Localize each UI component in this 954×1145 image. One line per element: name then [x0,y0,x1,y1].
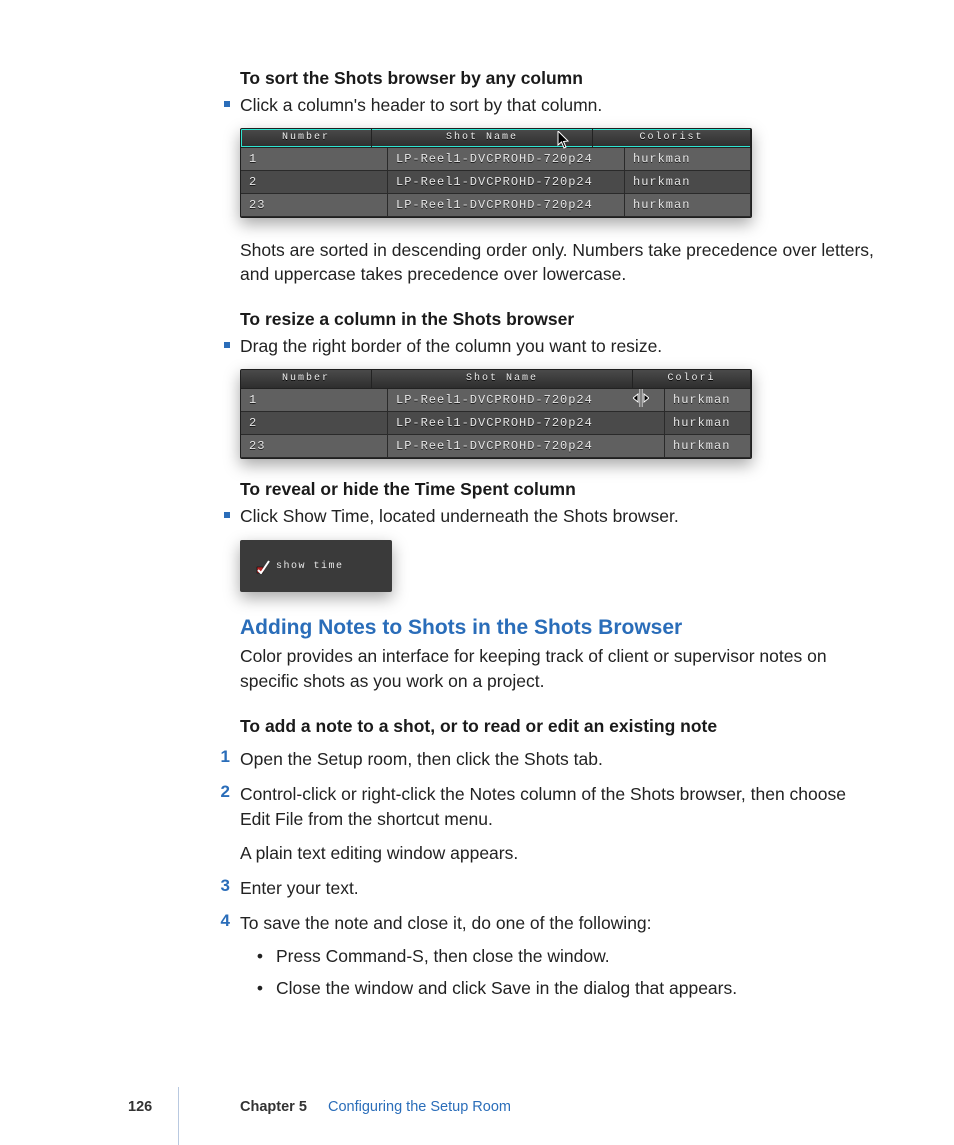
cell-shot-name: LP-Reel1-DVCPROHD-720p24 [388,412,665,434]
cell-colorist: hurkman [665,389,751,411]
cell-shot-name: LP-Reel1-DVCPROHD-720p24 [388,148,625,170]
step-number: 2 [214,782,230,867]
cell-number: 2 [241,412,388,434]
bullet-text: Click Show Time, located underneath the … [240,504,679,529]
bullet-sort: Click a column's header to sort by that … [240,93,874,118]
cell-number: 2 [241,171,388,193]
step-3: 3 Enter your text. [240,876,874,901]
heading-resize: To resize a column in the Shots browser [240,309,874,330]
column-header-colorist: Colori [633,370,751,388]
column-header-shot-name: Shot Name [372,370,633,388]
bullet-square-icon [224,342,230,348]
step-body: Enter your text. [240,876,359,901]
cell-colorist: hurkman [625,194,751,216]
table-row: 23 LP-Reel1-DVCPROHD-720p24 hurkman [241,194,751,217]
cell-shot-name: LP-Reel1-DVCPROHD-720p24 [388,171,625,193]
bullet-resize: Drag the right border of the column you … [240,334,874,359]
cell-number: 1 [241,389,388,411]
cell-colorist: hurkman [625,171,751,193]
step-2-after: A plain text editing window appears. [240,843,518,863]
chapter-title: Configuring the Setup Room [328,1099,511,1115]
step-4: 4 To save the note and close it, do one … [240,911,874,1009]
step-number: 4 [214,911,230,1009]
heading-adding-notes: Adding Notes to Shots in the Shots Brows… [240,616,874,640]
table-header-row: Number Shot Name Colorist [241,129,751,148]
table-row: 1 LP-Reel1-DVCPROHD-720p24 hurkman [241,389,751,412]
table-header-row: Number Shot Name Colori [241,370,751,389]
cell-number: 23 [241,194,388,216]
table-row: 1 LP-Reel1-DVCPROHD-720p24 hurkman [241,148,751,171]
footer-vertical-rule [178,1087,179,1145]
cell-number: 23 [241,435,388,457]
step-body: Control-click or right-click the Notes c… [240,782,874,867]
bullet-dot-icon [258,976,266,1001]
table-row: 2 LP-Reel1-DVCPROHD-720p24 hurkman [241,171,751,194]
bullet-reveal: Click Show Time, located underneath the … [240,504,874,529]
step-number: 3 [214,876,230,901]
cell-shot-name: LP-Reel1-DVCPROHD-720p24 [388,389,665,411]
column-header-number: Number [241,129,372,147]
sub-bullet-b: Close the window and click Save in the d… [258,976,737,1001]
paragraph-sort-desc: Shots are sorted in descending order onl… [240,238,874,288]
paragraph-notes-intro: Color provides an interface for keeping … [240,644,874,694]
table-row: 2 LP-Reel1-DVCPROHD-720p24 hurkman [241,412,751,435]
step-4-text: To save the note and close it, do one of… [240,913,652,933]
chapter-label: Chapter 5 [240,1099,307,1115]
sub-bullet-text: Press Command-S, then close the window. [276,944,610,969]
step-2-text: Control-click or right-click the Notes c… [240,784,846,829]
checkmark-icon [256,560,268,572]
cell-shot-name: LP-Reel1-DVCPROHD-720p24 [388,435,665,457]
column-header-shot-name: Shot Name [372,129,593,147]
bullet-square-icon [224,101,230,107]
show-time-screenshot: show time [240,540,392,592]
cell-colorist: hurkman [665,412,751,434]
column-header-colorist: Colorist [593,129,751,147]
cell-colorist: hurkman [625,148,751,170]
bullet-square-icon [224,512,230,518]
heading-add-note: To add a note to a shot, or to read or e… [240,716,874,737]
step-body: To save the note and close it, do one of… [240,911,737,1009]
bullet-dot-icon [258,944,266,969]
heading-sort: To sort the Shots browser by any column [240,68,874,89]
table-row: 23 LP-Reel1-DVCPROHD-720p24 hurkman [241,435,751,458]
step-1: 1 Open the Setup room, then click the Sh… [240,747,874,772]
heading-reveal: To reveal or hide the Time Spent column [240,479,874,500]
bullet-text: Click a column's header to sort by that … [240,93,602,118]
cell-number: 1 [241,148,388,170]
step-number: 1 [214,747,230,772]
page-number: 126 [128,1099,152,1115]
cell-shot-name: LP-Reel1-DVCPROHD-720p24 [388,194,625,216]
column-header-number: Number [241,370,372,388]
bullet-text: Drag the right border of the column you … [240,334,662,359]
sub-bullet-text: Close the window and click Save in the d… [276,976,737,1001]
sub-bullet-a: Press Command-S, then close the window. [258,944,737,969]
page: To sort the Shots browser by any column … [0,0,954,1145]
step-body: Open the Setup room, then click the Shot… [240,747,603,772]
shots-browser-screenshot-1: Number Shot Name Colorist 1 LP-Reel1-DVC… [240,128,752,218]
cell-colorist: hurkman [665,435,751,457]
show-time-label: show time [276,561,344,572]
step-2: 2 Control-click or right-click the Notes… [240,782,874,867]
shots-browser-screenshot-2: Number Shot Name Colori 1 LP-Reel1-DVCPR… [240,369,752,459]
